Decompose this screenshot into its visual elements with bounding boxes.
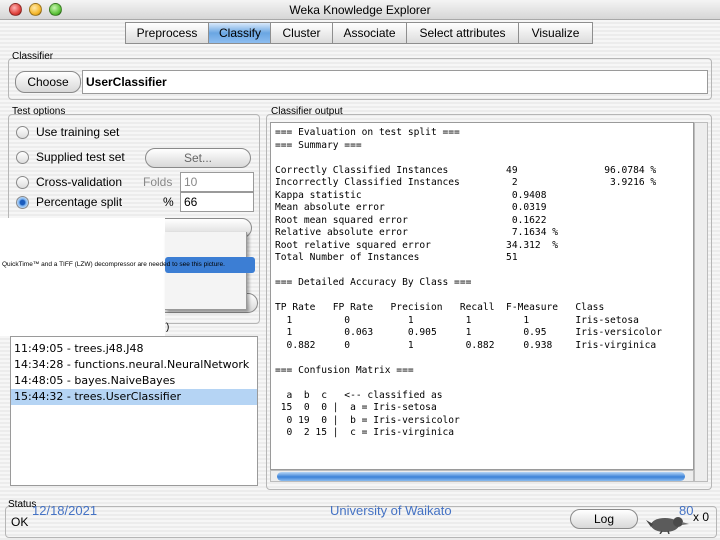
cross-validation-radio[interactable] — [16, 175, 29, 189]
log-button[interactable]: Log — [570, 509, 638, 529]
supplied-test-set-label: Supplied test set — [36, 150, 125, 164]
result-list-item[interactable]: 11:49:05 - trees.j48.J48 — [11, 341, 257, 357]
cross-validation-label: Cross-validation — [36, 175, 123, 189]
missing-picture-placeholder — [0, 218, 165, 336]
supplied-test-set-option[interactable]: Supplied test set — [16, 148, 125, 166]
percent-symbol: % — [163, 195, 174, 209]
window-title: Weka Knowledge Explorer — [289, 3, 431, 17]
footer-date: 12/18/2021 — [32, 503, 98, 518]
title-bar: Weka Knowledge Explorer — [0, 0, 720, 20]
tab-select-attributes[interactable]: Select attributes — [406, 22, 518, 44]
classifier-output-label: Classifier output — [271, 106, 343, 117]
folds-input[interactable]: 10 — [180, 172, 254, 192]
use-training-set-label: Use training set — [36, 125, 120, 139]
output-horizontal-scrollbar[interactable] — [270, 470, 694, 482]
result-list-label: ) — [166, 322, 170, 333]
status-text: OK — [11, 515, 29, 529]
supplied-test-set-radio[interactable] — [16, 150, 29, 164]
result-list-item[interactable]: 14:48:05 - bayes.NaiveBayes — [11, 373, 257, 389]
test-options-label: Test options — [12, 106, 66, 117]
output-pre: === Evaluation on test split === === Sum… — [275, 127, 662, 438]
output-scroll-thumb[interactable] — [277, 472, 685, 481]
percentage-split-label: Percentage split — [36, 195, 123, 209]
classifier-output-text[interactable]: === Evaluation on test split === === Sum… — [270, 122, 694, 470]
set-button[interactable]: Set... — [145, 148, 251, 168]
use-training-set-option[interactable]: Use training set — [16, 123, 119, 141]
tab-cluster[interactable]: Cluster — [270, 22, 332, 44]
output-vertical-scrollbar[interactable] — [694, 122, 708, 482]
choose-button[interactable]: Choose — [15, 71, 81, 93]
tab-classify[interactable]: Classify — [208, 22, 270, 44]
result-list-item[interactable]: 14:34:28 - functions.neural.NeuralNetwor… — [11, 357, 257, 373]
quicktime-message: QuickTime™ and a TIFF (LZW) decompressor… — [2, 261, 225, 268]
percentage-split-radio[interactable] — [16, 195, 29, 209]
percentage-split-option[interactable]: Percentage split — [16, 193, 122, 211]
percentage-input[interactable]: 66 — [180, 192, 254, 212]
tab-visualize[interactable]: Visualize — [518, 22, 593, 44]
tab-bar: Preprocess Classify Cluster Associate Se… — [125, 22, 593, 44]
classifier-group-label: Classifier — [12, 51, 54, 62]
use-training-set-radio[interactable] — [16, 125, 29, 139]
tab-preprocess[interactable]: Preprocess — [125, 22, 208, 44]
folds-label: Folds — [143, 175, 173, 189]
result-list-item-selected[interactable]: 15:44:32 - trees.UserClassifier — [11, 389, 257, 405]
status-x-count: x 0 — [693, 510, 710, 524]
cross-validation-option[interactable]: Cross-validation — [16, 173, 122, 191]
footer-organization: University of Waikato — [330, 503, 452, 518]
footer-page-number: 80 — [679, 503, 694, 518]
classifier-name-field[interactable]: UserClassifier — [82, 70, 708, 94]
tab-associate[interactable]: Associate — [332, 22, 406, 44]
result-list[interactable]: 11:49:05 - trees.j48.J48 14:34:28 - func… — [10, 336, 258, 486]
